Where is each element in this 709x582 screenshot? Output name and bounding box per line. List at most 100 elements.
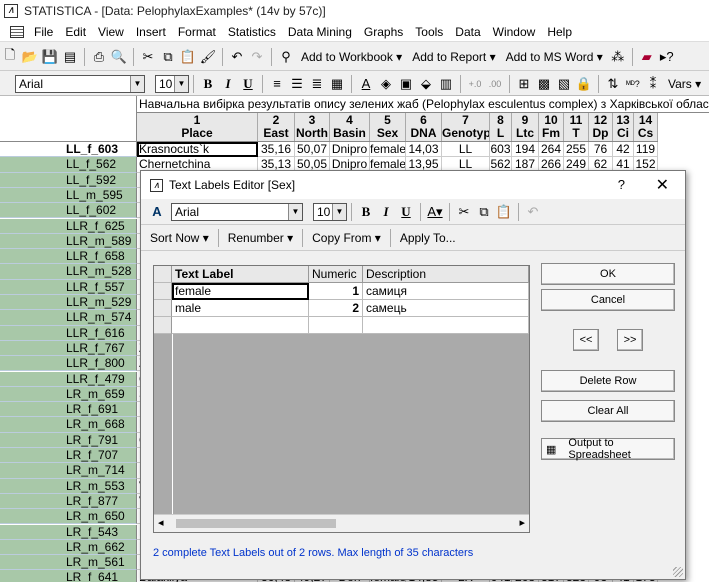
- underline-button[interactable]: U: [239, 75, 257, 93]
- dialog-size-combo[interactable]: 10 ▼: [313, 202, 347, 221]
- grid-corner[interactable]: [154, 266, 172, 283]
- column-header[interactable]: 1 Place: [137, 113, 258, 141]
- grid-icon[interactable]: ▥: [437, 75, 455, 93]
- menu-insert[interactable]: Insert: [130, 25, 172, 39]
- copy-from-menu[interactable]: Copy From ▾: [307, 231, 386, 245]
- fill-color-icon[interactable]: ◈: [377, 75, 395, 93]
- previous-button[interactable]: <<: [573, 329, 599, 351]
- ok-button[interactable]: OK: [541, 263, 675, 285]
- align-left-icon[interactable]: ≡: [268, 75, 286, 93]
- row-header[interactable]: LLR_f_800: [0, 356, 137, 372]
- help-pointer-icon[interactable]: ▸?: [658, 48, 676, 66]
- new-file-icon[interactable]: 🗋: [1, 47, 19, 66]
- format-painter-icon[interactable]: 🖌: [199, 48, 217, 66]
- align-right-icon[interactable]: ≣: [308, 75, 326, 93]
- add-decimal-icon[interactable]: +.0: [466, 75, 484, 93]
- add-to-workbook-button[interactable]: Add to Workbook ▾: [296, 50, 407, 64]
- print-icon[interactable]: ⎙: [90, 48, 108, 66]
- menu-edit[interactable]: Edit: [59, 25, 92, 39]
- save-icon[interactable]: 💾: [41, 48, 59, 66]
- vars-button[interactable]: Vars ▾: [663, 77, 706, 91]
- row-header[interactable]: LR_f_543: [0, 524, 137, 540]
- row-header[interactable]: LR_f_641: [0, 570, 137, 582]
- variable-specs-icon[interactable]: ⁑: [644, 75, 662, 93]
- font-icon[interactable]: A: [148, 203, 166, 221]
- row-header[interactable]: [154, 317, 172, 334]
- selection-icon[interactable]: ⁂: [609, 48, 627, 66]
- row-header[interactable]: LLR_f_479: [0, 371, 137, 387]
- table-icon[interactable]: ⊞: [515, 75, 533, 93]
- bold-button[interactable]: B: [199, 75, 217, 93]
- sheet-corner[interactable]: [0, 96, 137, 142]
- row-header[interactable]: LLR_m_528: [0, 264, 137, 280]
- redo-icon[interactable]: ↷: [248, 48, 266, 66]
- header-description[interactable]: Description: [363, 266, 529, 283]
- remove-decimal-icon[interactable]: .00: [486, 75, 504, 93]
- row-header[interactable]: [154, 283, 172, 300]
- header-numeric[interactable]: Numeric: [309, 266, 363, 283]
- table-cell[interactable]: 42: [613, 142, 634, 158]
- align-center-icon[interactable]: ☰: [288, 75, 306, 93]
- table-cell[interactable]: 76: [589, 142, 613, 158]
- row-header[interactable]: LL_f_602: [0, 203, 137, 219]
- column-header[interactable]: 11 T: [564, 113, 589, 141]
- row-header[interactable]: LR_f_791: [0, 432, 137, 448]
- table-cell[interactable]: 50,07: [295, 142, 330, 158]
- menu-window[interactable]: Window: [487, 25, 542, 39]
- font-size-combo[interactable]: 10 ▼: [155, 74, 189, 93]
- chevron-down-icon[interactable]: ▼: [174, 75, 188, 92]
- paste-icon[interactable]: 📋: [495, 203, 513, 221]
- undo-icon[interactable]: ↶: [524, 203, 542, 221]
- find-binoculars-icon[interactable]: ⚲: [277, 48, 295, 66]
- menu-tools[interactable]: Tools: [409, 25, 449, 39]
- row-header[interactable]: LR_m_714: [0, 463, 137, 479]
- merge-icon[interactable]: ▦: [328, 75, 346, 93]
- row-header[interactable]: LR_f_691: [0, 402, 137, 418]
- copy-icon[interactable]: ⧉: [475, 203, 493, 221]
- italic-button[interactable]: I: [219, 75, 237, 93]
- scroll-thumb[interactable]: [176, 519, 336, 528]
- next-button[interactable]: >>: [617, 329, 643, 351]
- row-header[interactable]: LL_m_595: [0, 187, 137, 204]
- dialog-font-combo[interactable]: Arial ▼: [171, 202, 303, 221]
- add-to-report-button[interactable]: Add to Report ▾: [407, 50, 500, 64]
- table-cell[interactable]: 14,03: [406, 142, 442, 158]
- row-header[interactable]: LR_m_561: [0, 555, 137, 571]
- column-header[interactable]: 6 DNA: [406, 113, 442, 141]
- horizontal-scrollbar[interactable]: ◂ ▸: [154, 514, 529, 532]
- underline-button[interactable]: U: [397, 203, 415, 221]
- table-cell[interactable]: 35,16: [258, 142, 295, 158]
- header-text-label[interactable]: Text Label: [172, 266, 309, 283]
- column-header[interactable]: 9 Ltc: [512, 113, 539, 141]
- row-header[interactable]: LLR_m_529: [0, 295, 137, 311]
- borders-icon[interactable]: ▣: [397, 75, 415, 93]
- row-header[interactable]: LLR_m_589: [0, 233, 137, 250]
- italic-button[interactable]: I: [377, 203, 395, 221]
- column-header[interactable]: 10 Fm: [539, 113, 564, 141]
- open-folder-icon[interactable]: 📂: [21, 48, 39, 66]
- help-button[interactable]: ?: [618, 177, 625, 192]
- column-header[interactable]: 2 East: [258, 113, 295, 141]
- row-header[interactable]: LL_f_592: [0, 172, 137, 188]
- menu-statistics[interactable]: Statistics: [222, 25, 282, 39]
- row-header[interactable]: LLR_f_767: [0, 340, 137, 357]
- row-header[interactable]: LLR_f_625: [0, 218, 137, 234]
- font-color-icon[interactable]: A▾: [426, 203, 444, 221]
- empty-cell[interactable]: [309, 317, 363, 334]
- menu-help[interactable]: Help: [541, 25, 578, 39]
- table-cell[interactable]: 255: [564, 142, 589, 158]
- cases-icon[interactable]: ▩: [535, 75, 553, 93]
- cancel-button[interactable]: Cancel: [541, 289, 675, 311]
- row-header[interactable]: LR_m_662: [0, 539, 137, 556]
- table-cell[interactable]: female: [370, 142, 406, 158]
- empty-cell[interactable]: [363, 317, 529, 334]
- row-header[interactable]: LR_f_877: [0, 493, 137, 510]
- table-cell[interactable]: 603: [490, 142, 512, 158]
- add-to-msword-button[interactable]: Add to MS Word ▾: [501, 50, 608, 64]
- clear-all-button[interactable]: Clear All: [541, 400, 675, 422]
- delete-row-button[interactable]: Delete Row: [541, 370, 675, 392]
- menu-format[interactable]: Format: [172, 25, 222, 39]
- chevron-down-icon[interactable]: ▼: [288, 203, 302, 220]
- row-header[interactable]: LR_m_650: [0, 509, 137, 525]
- missing-data-icon[interactable]: ᴹᴰ?: [624, 75, 642, 93]
